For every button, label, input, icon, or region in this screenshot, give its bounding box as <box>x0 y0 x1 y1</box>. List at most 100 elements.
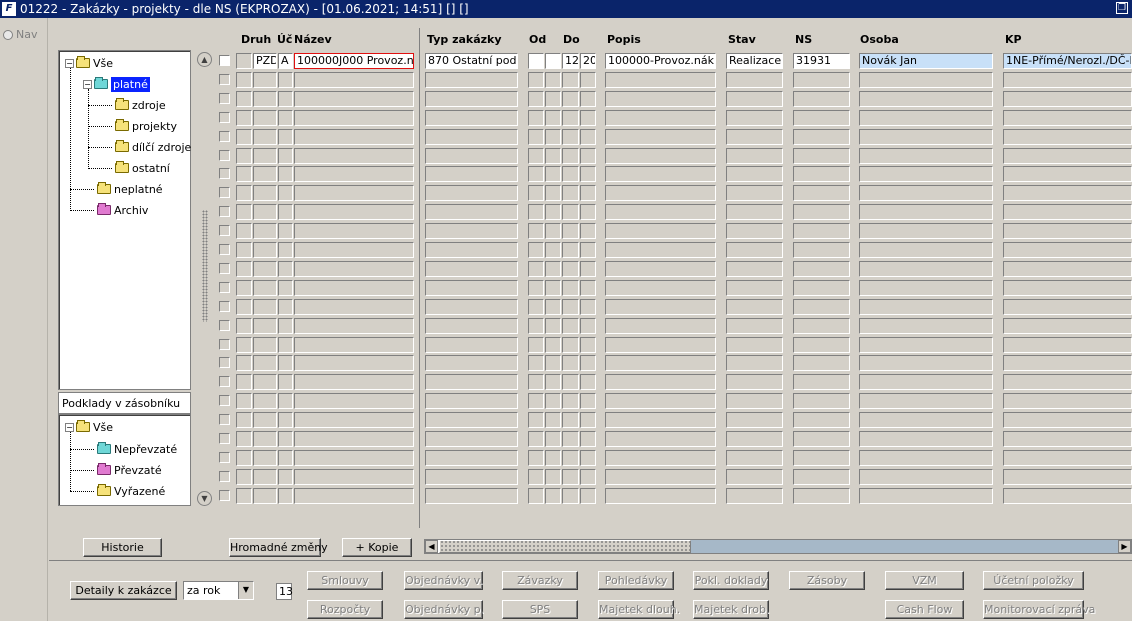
grid-cell[interactable] <box>253 393 277 410</box>
grid-cell[interactable] <box>545 279 561 296</box>
grid-cell[interactable] <box>859 223 993 240</box>
vzm-button[interactable]: VZM <box>885 571 964 590</box>
grid-vertical-scrollbar[interactable]: ▲ ▼ <box>197 50 213 508</box>
grid-cell[interactable] <box>425 260 518 277</box>
grid-cell[interactable] <box>528 279 544 296</box>
dropdown-arrow-icon[interactable]: ▼ <box>238 582 253 599</box>
grid-cell[interactable] <box>580 71 596 88</box>
grid-cell[interactable] <box>425 223 518 240</box>
grid-cell[interactable] <box>528 468 544 485</box>
sps-button[interactable]: SPS <box>502 600 578 619</box>
grid-cell[interactable] <box>294 204 414 221</box>
grid-cell[interactable] <box>793 166 850 183</box>
grid-cell[interactable] <box>236 109 252 126</box>
grid-cell[interactable] <box>528 317 544 334</box>
grid-cell[interactable] <box>726 317 783 334</box>
stash-item-prevzate[interactable]: Převzaté <box>97 462 162 478</box>
pohledavky-button[interactable]: Pohledávky <box>598 571 674 590</box>
nav-radio[interactable]: Nav <box>3 28 37 41</box>
grid-cell[interactable] <box>726 393 783 410</box>
grid-cell[interactable] <box>294 298 414 315</box>
grid-cell[interactable] <box>528 336 544 353</box>
grid-cell[interactable] <box>278 71 293 88</box>
tree-item-ostatni[interactable]: ostatní <box>115 160 170 176</box>
col-header-kp[interactable]: KP <box>1005 33 1022 46</box>
grid-cell[interactable] <box>253 128 277 145</box>
row-checkbox[interactable] <box>219 262 230 274</box>
grid-cell[interactable] <box>1003 468 1132 485</box>
grid-cell[interactable] <box>278 393 293 410</box>
grid-cell[interactable] <box>859 260 993 277</box>
grid-cell[interactable] <box>253 449 277 466</box>
cell-kp[interactable]: 1NE-Přímé/Nerozl./DČ-Ekon <box>1003 53 1132 69</box>
grid-cell[interactable] <box>793 468 850 485</box>
grid-cell[interactable] <box>278 374 293 391</box>
grid-cell[interactable] <box>859 317 993 334</box>
grid-cell[interactable] <box>528 298 544 315</box>
grid-cell[interactable] <box>236 336 252 353</box>
grid-cell[interactable] <box>605 71 716 88</box>
grid-cell[interactable] <box>562 449 579 466</box>
col-header-osoba[interactable]: Osoba <box>860 33 899 46</box>
grid-cell[interactable] <box>278 223 293 240</box>
cell-od-1[interactable] <box>528 53 544 69</box>
grid-cell[interactable] <box>562 336 579 353</box>
grid-cell[interactable] <box>605 223 716 240</box>
grid-cell[interactable] <box>605 109 716 126</box>
grid-cell[interactable] <box>545 412 561 429</box>
grid-cell[interactable] <box>236 166 252 183</box>
grid-cell[interactable] <box>859 204 993 221</box>
tree-item-archiv[interactable]: Archiv <box>97 202 148 218</box>
grid-cell[interactable] <box>425 279 518 296</box>
grid-cell[interactable] <box>605 128 716 145</box>
grid-cell[interactable] <box>562 71 579 88</box>
grid-cell[interactable] <box>425 109 518 126</box>
grid-cell[interactable] <box>605 336 716 353</box>
grid-cell[interactable] <box>253 185 277 202</box>
col-header-nazev[interactable]: Název <box>294 33 332 46</box>
grid-cell[interactable] <box>1003 336 1132 353</box>
grid-cell[interactable] <box>1003 147 1132 164</box>
grid-cell[interactable] <box>859 355 993 372</box>
grid-cell[interactable] <box>278 279 293 296</box>
grid-cell[interactable] <box>580 223 596 240</box>
cell-stav[interactable]: Realizace <box>726 53 783 69</box>
grid-cell[interactable] <box>726 109 783 126</box>
grid-cell[interactable] <box>793 109 850 126</box>
grid-cell[interactable] <box>562 355 579 372</box>
grid-cell[interactable] <box>793 147 850 164</box>
stash-item-neprevzate[interactable]: Nepřevzaté <box>97 441 177 457</box>
grid-cell[interactable] <box>278 242 293 258</box>
monitorovaci-zprava-button[interactable]: Monitorovací zpráva <box>983 600 1095 619</box>
grid-cell[interactable] <box>236 260 252 277</box>
cell-do-2[interactable]: 20 <box>580 53 596 69</box>
tree-item-platne[interactable]: − platné <box>83 76 150 92</box>
grid-cell[interactable] <box>726 223 783 240</box>
row-checkbox[interactable] <box>219 111 230 123</box>
grid-cell[interactable] <box>425 412 518 429</box>
grid-cell[interactable] <box>562 204 579 221</box>
grid-cell[interactable] <box>253 374 277 391</box>
grid-cell[interactable] <box>562 298 579 315</box>
grid-cell[interactable] <box>545 336 561 353</box>
grid-cell[interactable] <box>236 242 252 258</box>
grid-cell[interactable] <box>859 374 993 391</box>
grid-cell[interactable] <box>545 147 561 164</box>
grid-cell[interactable] <box>562 90 579 107</box>
grid-cell[interactable] <box>253 336 277 353</box>
scroll-right-icon[interactable]: ▶ <box>1118 540 1131 553</box>
grid-cell[interactable] <box>545 128 561 145</box>
grid-cell[interactable] <box>1003 374 1132 391</box>
grid-cell[interactable] <box>562 393 579 410</box>
grid-cell[interactable] <box>580 487 596 504</box>
grid-cell[interactable] <box>253 279 277 296</box>
grid-cell[interactable] <box>562 223 579 240</box>
grid-cell[interactable] <box>545 317 561 334</box>
grid-cell[interactable] <box>528 449 544 466</box>
grid-cell[interactable] <box>236 393 252 410</box>
grid-cell[interactable] <box>294 128 414 145</box>
grid-cell[interactable] <box>528 147 544 164</box>
grid-cell[interactable] <box>294 90 414 107</box>
grid-cell[interactable] <box>294 279 414 296</box>
grid-cell[interactable] <box>253 298 277 315</box>
